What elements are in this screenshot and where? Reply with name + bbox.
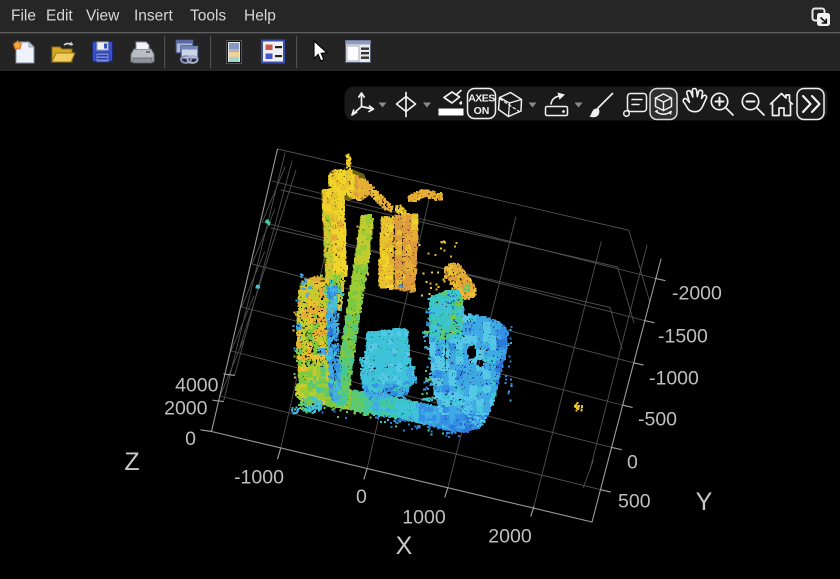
svg-text:Tools: Tools [190,8,226,25]
svg-text:-2000: -2000 [672,283,722,305]
svg-text:File: File [11,8,36,25]
svg-text:View: View [86,8,120,25]
svg-text:-1500: -1500 [658,326,708,348]
svg-text:-1000: -1000 [234,467,284,489]
svg-text:500: 500 [618,491,651,513]
svg-text:0: 0 [185,428,196,450]
svg-text:Insert: Insert [134,8,173,25]
svg-text:Help: Help [244,8,276,25]
svg-text:Z: Z [124,448,139,476]
svg-text:4000: 4000 [175,375,219,397]
svg-text:2000: 2000 [488,526,532,548]
svg-text:0: 0 [627,452,638,474]
svg-text:Edit: Edit [46,8,73,25]
svg-text:0: 0 [356,486,367,508]
svg-text:ON: ON [474,105,490,117]
svg-text:2000: 2000 [164,398,208,420]
svg-text:Y: Y [696,488,713,516]
svg-text:-1000: -1000 [649,368,699,390]
svg-text:X: X [396,532,413,560]
svg-text:1000: 1000 [402,507,446,529]
svg-text:-500: -500 [638,409,677,431]
svg-text:AXES: AXES [468,93,495,105]
